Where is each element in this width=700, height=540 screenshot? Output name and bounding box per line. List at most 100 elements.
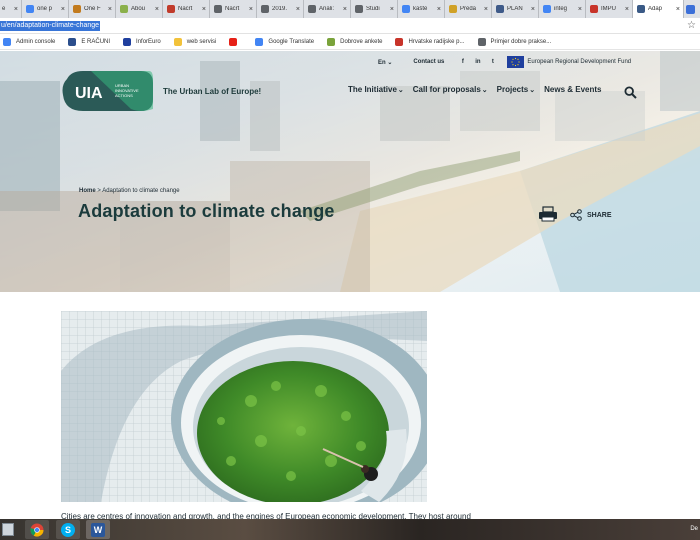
tab-close-icon[interactable]: ×: [249, 6, 253, 13]
browser-tab[interactable]: Nacrt ×: [163, 0, 210, 18]
tab-title: PLAN: [507, 6, 523, 12]
svg-text:UIA: UIA: [75, 85, 103, 102]
bookmark-label: Google Translate: [268, 38, 315, 45]
bookmarks-bar: Admin console E RAČUNI InforEuro web servis…: [0, 34, 700, 50]
bookmark-item[interactable]: web servisi: [173, 37, 216, 46]
tab-favicon-icon: [449, 5, 457, 13]
hr-flag-icon: [395, 37, 404, 46]
tab-close-icon[interactable]: ×: [484, 6, 488, 13]
browser-tab[interactable]: Nacrt ×: [210, 0, 257, 18]
tab-title: e: [2, 6, 6, 12]
chevron-down-icon: ⌄: [481, 87, 488, 94]
browser-tab[interactable]: integ ×: [539, 0, 586, 18]
tab-close-icon[interactable]: ×: [202, 6, 206, 13]
tab-title: kašte: [413, 6, 428, 12]
breadcrumb-separator: >: [97, 188, 101, 194]
browser-tab[interactable]: Anali: ×: [304, 0, 351, 18]
tab-close-icon[interactable]: ×: [531, 6, 535, 13]
eu-flag-icon: [507, 56, 525, 68]
bookmark-label: E RAČUNI: [81, 38, 111, 45]
nav-projects[interactable]: Projects⌄: [497, 85, 535, 94]
url-text[interactable]: u/en/adaptation-climate-change: [0, 21, 101, 31]
translate-icon: [255, 37, 264, 46]
tab-favicon-icon: [26, 5, 34, 13]
google-icon: [3, 37, 11, 46]
main-navigation: The Initiative⌄ Call for proposals⌄ Proj…: [348, 85, 610, 94]
nav-the-initiative[interactable]: The Initiative⌄: [348, 85, 404, 94]
start-button[interactable]: [2, 523, 14, 536]
hero-banner: UIA URBAN INNOVATIVE ACTIONS The Urban L…: [0, 51, 700, 292]
tab-close-icon[interactable]: ×: [625, 6, 629, 13]
youtube-icon: [229, 37, 238, 46]
bookmark-item[interactable]: [229, 37, 242, 46]
tab-favicon-icon: [637, 5, 645, 13]
tab-close-icon[interactable]: ×: [108, 6, 112, 13]
bookmark-item[interactable]: E RAČUNI: [68, 37, 111, 46]
bookmark-label: Dobrove ankete: [340, 38, 383, 45]
chevron-down-icon: ⌄: [397, 87, 404, 94]
browser-tab[interactable]: PLAN ×: [492, 0, 539, 18]
browser-tab[interactable]: e ×: [0, 0, 22, 18]
tab-favicon-icon: [590, 5, 598, 13]
language-selector[interactable]: En ⌄: [378, 59, 392, 66]
share-icon: [570, 209, 582, 221]
taskbar-word[interactable]: W: [86, 520, 110, 539]
twitter-icon[interactable]: t: [488, 59, 497, 65]
taskbar-skype[interactable]: S: [56, 520, 80, 539]
new-tab-icon: [685, 4, 695, 14]
new-tab-button[interactable]: [684, 0, 696, 18]
bookmark-item[interactable]: Google Translate: [255, 37, 315, 46]
browser-tab[interactable]: IMPU ×: [586, 0, 633, 18]
bookmark-item[interactable]: Dobrove ankete: [327, 37, 383, 46]
browser-tab[interactable]: One F ×: [69, 0, 116, 18]
uia-logo[interactable]: UIA URBAN INNOVATIVE ACTIONS: [61, 69, 153, 113]
bookmark-item[interactable]: Hrvatske radijske p...: [395, 37, 465, 46]
windows-taskbar: S W De: [0, 519, 700, 540]
tab-close-icon[interactable]: ×: [437, 6, 441, 13]
browser-tab[interactable]: Abou ×: [116, 0, 163, 18]
linkedin-icon[interactable]: in: [473, 59, 482, 65]
address-bar[interactable]: u/en/adaptation-climate-change ☆: [0, 18, 700, 34]
eu-fund-label: European Regional Development Fund: [527, 59, 632, 65]
browser-tab[interactable]: kašte ×: [398, 0, 445, 18]
facebook-icon[interactable]: f: [458, 59, 467, 65]
chevron-down-icon: ⌄: [385, 59, 393, 66]
tab-close-icon[interactable]: ×: [14, 6, 18, 13]
tab-favicon-icon: [355, 5, 363, 13]
taskbar-chrome[interactable]: [25, 520, 49, 539]
breadcrumb: Home > Adaptation to climate change: [79, 188, 180, 194]
share-button[interactable]: SHARE: [570, 209, 612, 221]
print-icon[interactable]: [538, 206, 558, 222]
nav-news-events[interactable]: News & Events: [544, 85, 601, 94]
search-icon[interactable]: [624, 86, 637, 99]
bookmark-label: Hrvatske radijske p...: [408, 38, 465, 45]
tab-close-icon[interactable]: ×: [343, 6, 347, 13]
tab-close-icon[interactable]: ×: [296, 6, 300, 13]
tab-favicon-icon: [167, 5, 175, 13]
tab-close-icon[interactable]: ×: [61, 6, 65, 13]
tab-title: One F: [84, 6, 101, 12]
browser-tab[interactable]: 2019. ×: [257, 0, 304, 18]
tab-close-icon[interactable]: ×: [676, 6, 680, 13]
skype-icon: S: [61, 522, 75, 537]
taskbar-clock: De: [690, 526, 698, 532]
bookmark-item[interactable]: Primjer dobre prakse...: [477, 37, 551, 46]
contact-us-link[interactable]: Contact us: [413, 59, 444, 65]
browser-tab[interactable]: Preda ×: [445, 0, 492, 18]
bookmark-item[interactable]: InforEuro: [123, 37, 161, 46]
browser-tab[interactable]: one p ×: [22, 0, 69, 18]
browser-tab[interactable]: Adap ×: [633, 0, 684, 18]
bookmark-item[interactable]: Admin console: [3, 37, 56, 46]
tab-close-icon[interactable]: ×: [578, 6, 582, 13]
tab-close-icon[interactable]: ×: [390, 6, 394, 13]
tab-favicon-icon: [496, 5, 504, 13]
nav-call-for-proposals[interactable]: Call for proposals⌄: [413, 85, 488, 94]
bookmark-label: Admin console: [16, 38, 56, 45]
folder-icon: [173, 37, 182, 46]
tab-title: Preda: [460, 6, 477, 12]
tab-favicon-icon: [402, 5, 410, 13]
breadcrumb-home-link[interactable]: Home: [79, 188, 96, 194]
bookmark-star-icon[interactable]: ☆: [687, 19, 696, 33]
tab-close-icon[interactable]: ×: [155, 6, 159, 13]
browser-tab[interactable]: Studi ×: [351, 0, 398, 18]
